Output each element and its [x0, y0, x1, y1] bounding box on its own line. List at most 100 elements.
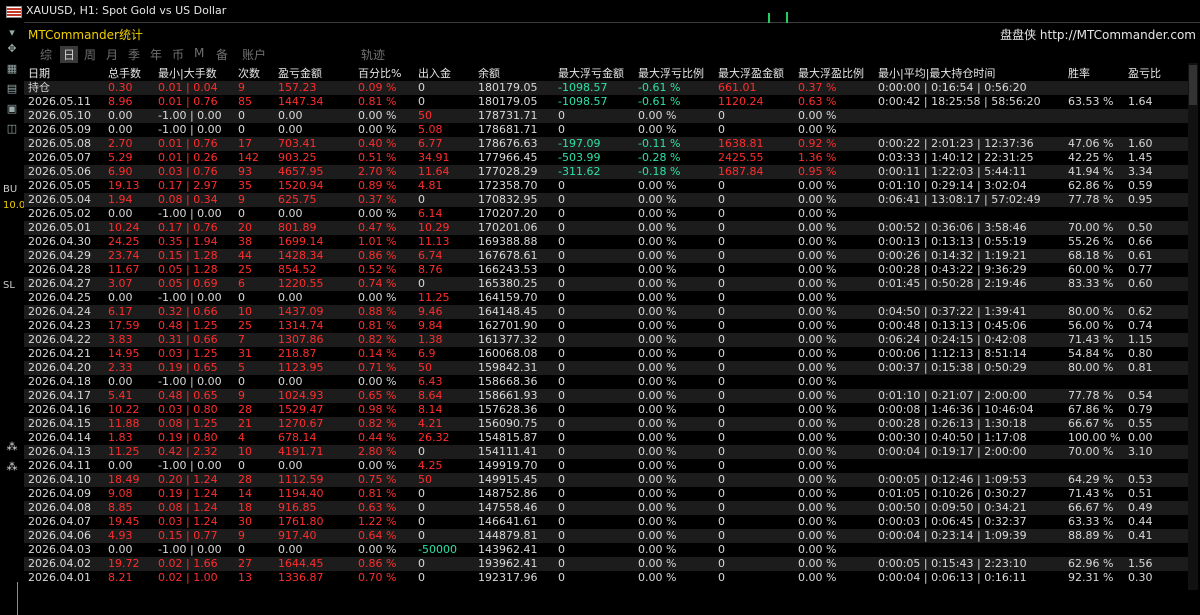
- cell-max-float-profit: 0: [718, 543, 725, 556]
- table-row[interactable]: 2026.04.13 11.25 0.42 | 2.32 10 4191.71 2.80 …: [24, 445, 1188, 459]
- column-header-pnl[interactable]: 盈亏金额: [278, 67, 322, 81]
- table-row[interactable]: 2026.05.06 6.90 0.03 | 0.76 93 4657.95 2.70 %…: [24, 165, 1188, 179]
- table-row[interactable]: 持仓 0.30 0.01 | 0.04 9 157.23 0.09 % 0 180179.05…: [24, 81, 1188, 95]
- tab-day[interactable]: 日: [60, 46, 79, 63]
- table-row[interactable]: 2026.04.30 24.25 0.35 | 1.94 38 1699.14 1.01 …: [24, 235, 1188, 249]
- tab-notes[interactable]: 备: [216, 46, 228, 63]
- table-row[interactable]: 2026.04.22 3.83 0.31 | 0.66 7 1307.86 0.82 % 1…: [24, 333, 1188, 347]
- window-icon[interactable]: ◫: [5, 122, 19, 136]
- menu-icon[interactable]: ▾: [5, 26, 19, 40]
- table-row[interactable]: 2026.04.18 0.00 -1.00 | 0.00 0 0.00 0.00 % 6.4…: [24, 375, 1188, 389]
- table-row[interactable]: 2026.04.03 0.00 -1.00 | 0.00 0 0.00 0.00 % -50…: [24, 543, 1188, 557]
- column-header-percent[interactable]: 百分比%: [358, 67, 401, 81]
- cell-cashflow: 0: [418, 487, 425, 500]
- column-header-max-float-loss-pct[interactable]: 最大浮亏比例: [638, 67, 704, 81]
- tab-summary[interactable]: 综: [40, 46, 52, 63]
- table-row[interactable]: 2026.04.23 17.59 0.48 | 1.25 25 1314.74 0.81 …: [24, 319, 1188, 333]
- table-row[interactable]: 2026.04.20 2.33 0.19 | 0.65 5 1123.95 0.71 % 5…: [24, 361, 1188, 375]
- column-header-cashflow[interactable]: 出入金: [418, 67, 451, 81]
- table-row[interactable]: 2026.05.02 0.00 -1.00 | 0.00 0 0.00 0.00 % 6.1…: [24, 207, 1188, 221]
- table-row[interactable]: 2026.05.08 2.70 0.01 | 0.76 17 703.41 0.40 % 6…: [24, 137, 1188, 151]
- table-row[interactable]: 2026.04.08 8.85 0.08 | 1.24 18 916.85 0.63 % 0…: [24, 501, 1188, 515]
- cell-min-max-lots: -1.00 | 0.00: [158, 291, 222, 304]
- cell-balance: 149919.70: [478, 459, 538, 472]
- column-header-max-float-loss[interactable]: 最大浮亏金额: [558, 67, 624, 81]
- cell-max-float-profit-pct: 0.00 %: [798, 515, 837, 528]
- indicator-icon[interactable]: ⁂: [5, 460, 19, 474]
- indicator-icon[interactable]: ⁂: [5, 440, 19, 454]
- tab-year[interactable]: 年: [150, 46, 162, 63]
- column-header-max-float-profit-pct[interactable]: 最大浮盈比例: [798, 67, 864, 81]
- cell-cashflow: 6.74: [418, 249, 443, 262]
- cell-hold-time: 0:00:52 | 0:36:06 | 3:58:46: [878, 221, 1027, 234]
- scroll-thumb[interactable]: [1189, 65, 1197, 105]
- tab-quarter[interactable]: 季: [128, 46, 140, 63]
- cell-max-float-profit: 0: [718, 571, 725, 584]
- table-row[interactable]: 2026.04.01 8.21 0.02 | 1.00 13 1336.87 0.70 %…: [24, 571, 1188, 585]
- tab-magic[interactable]: M: [194, 46, 204, 60]
- table-row[interactable]: 2026.04.11 0.00 -1.00 | 0.00 0 0.00 0.00 % 4.2…: [24, 459, 1188, 473]
- tab-track[interactable]: 轨迹: [361, 46, 385, 63]
- cell-date: 2026.04.30: [28, 235, 91, 248]
- cell-date: 2026.05.08: [28, 137, 91, 150]
- column-header-balance[interactable]: 余额: [478, 67, 500, 81]
- cell-percent: 0.75 %: [358, 473, 397, 486]
- table-row[interactable]: 2026.04.21 14.95 0.03 | 1.25 31 218.87 0.14 %…: [24, 347, 1188, 361]
- tab-week[interactable]: 周: [84, 46, 96, 63]
- table-row[interactable]: 2026.04.16 10.22 0.03 | 0.80 28 1529.47 0.98 …: [24, 403, 1188, 417]
- grid-icon[interactable]: ▤: [5, 82, 19, 96]
- table-row[interactable]: 2026.05.04 1.94 0.08 | 0.34 9 625.75 0.37 % 0 1…: [24, 193, 1188, 207]
- table-row[interactable]: 2026.05.10 0.00 -1.00 | 0.00 0 0.00 0.00 % 50 1…: [24, 109, 1188, 123]
- table-row[interactable]: 2026.04.29 23.74 0.15 | 1.28 44 1428.34 0.86 …: [24, 249, 1188, 263]
- cell-max-float-loss-pct: 0.00 %: [638, 361, 677, 374]
- cell-balance: 159842.31: [478, 361, 538, 374]
- table-row[interactable]: 2026.05.05 19.13 0.17 | 2.97 35 1520.94 0.89 …: [24, 179, 1188, 193]
- tab-currency[interactable]: 币: [172, 46, 184, 63]
- column-header-win-rate[interactable]: 胜率: [1068, 67, 1090, 81]
- column-header-pl-ratio[interactable]: 盈亏比: [1128, 67, 1161, 81]
- chart-icon[interactable]: ▦: [5, 62, 19, 76]
- column-header-date[interactable]: 日期: [28, 67, 50, 81]
- table-row[interactable]: 2026.04.14 1.83 0.19 | 0.80 4 678.14 0.44 % 26…: [24, 431, 1188, 445]
- cell-pnl: 0.00: [278, 109, 303, 122]
- tab-month[interactable]: 月: [106, 46, 118, 63]
- cell-balance: 164148.45: [478, 305, 538, 318]
- cell-balance: 161377.32: [478, 333, 538, 346]
- table-row[interactable]: 2026.04.02 19.72 0.02 | 1.66 27 1644.45 0.86 …: [24, 557, 1188, 571]
- table-row[interactable]: 2026.04.07 19.45 0.03 | 1.24 30 1761.80 1.22 …: [24, 515, 1188, 529]
- table-icon[interactable]: ▣: [5, 102, 19, 116]
- table-row[interactable]: 2026.04.06 4.93 0.15 | 0.77 9 917.40 0.64 % 0 1…: [24, 529, 1188, 543]
- cell-balance: 170201.06: [478, 221, 538, 234]
- vertical-scrollbar[interactable]: [1188, 63, 1198, 590]
- site-link[interactable]: 盘盘侠 http://MTCommander.com: [1000, 26, 1196, 43]
- cell-cashflow: 11.13: [418, 235, 450, 248]
- cell-max-float-loss-pct: 0.00 %: [638, 333, 677, 346]
- table-row[interactable]: 2026.05.01 10.24 0.17 | 0.76 20 801.89 0.47 %…: [24, 221, 1188, 235]
- cell-max-float-loss-pct: 0.00 %: [638, 571, 677, 584]
- column-header-min-max-lots[interactable]: 最小|大手数: [158, 67, 217, 81]
- table-row[interactable]: 2026.05.09 0.00 -1.00 | 0.00 0 0.00 0.00 % 5.0…: [24, 123, 1188, 137]
- table-row[interactable]: 2026.04.24 6.17 0.32 | 0.66 10 1437.09 0.88 %…: [24, 305, 1188, 319]
- table-row[interactable]: 2026.04.15 11.88 0.08 | 1.25 21 1270.67 0.82 …: [24, 417, 1188, 431]
- table-row[interactable]: 2026.05.11 8.96 0.01 | 0.76 85 1447.34 0.81 %…: [24, 95, 1188, 109]
- table-row[interactable]: 2026.04.09 9.08 0.19 | 1.24 14 1194.40 0.81 %…: [24, 487, 1188, 501]
- table-row[interactable]: 2026.05.07 5.29 0.01 | 0.26 142 903.25 0.51 %…: [24, 151, 1188, 165]
- column-header-count[interactable]: 次数: [238, 67, 260, 81]
- table-row[interactable]: 2026.04.17 5.41 0.48 | 0.65 9 1024.93 0.65 % 8…: [24, 389, 1188, 403]
- cell-total-lots: 14.95: [108, 347, 140, 360]
- tab-account[interactable]: 账户: [242, 46, 266, 63]
- cell-hold-time: 0:01:05 | 0:10:26 | 0:30:27: [878, 487, 1027, 500]
- column-header-hold-time[interactable]: 最小|平均|最大持仓时间: [878, 67, 995, 81]
- cell-max-float-profit: 0: [718, 207, 725, 220]
- table-row[interactable]: 2026.04.28 11.67 0.05 | 1.28 25 854.52 0.52 %…: [24, 263, 1188, 277]
- table-row[interactable]: 2026.04.27 3.07 0.05 | 0.69 6 1220.55 0.74 % 0…: [24, 277, 1188, 291]
- cell-cashflow: 0: [418, 277, 425, 290]
- cell-cashflow: 8.64: [418, 389, 443, 402]
- cell-pl-ratio: 0.53: [1128, 473, 1153, 486]
- table-row[interactable]: 2026.04.10 18.49 0.20 | 1.24 28 1112.59 0.75 …: [24, 473, 1188, 487]
- move-icon[interactable]: ✥: [5, 42, 19, 56]
- column-header-total-lots[interactable]: 总手数: [108, 67, 141, 81]
- cell-total-lots: 10.24: [108, 221, 140, 234]
- column-header-max-float-profit[interactable]: 最大浮盈金额: [718, 67, 784, 81]
- table-row[interactable]: 2026.04.25 0.00 -1.00 | 0.00 0 0.00 0.00 % 11.…: [24, 291, 1188, 305]
